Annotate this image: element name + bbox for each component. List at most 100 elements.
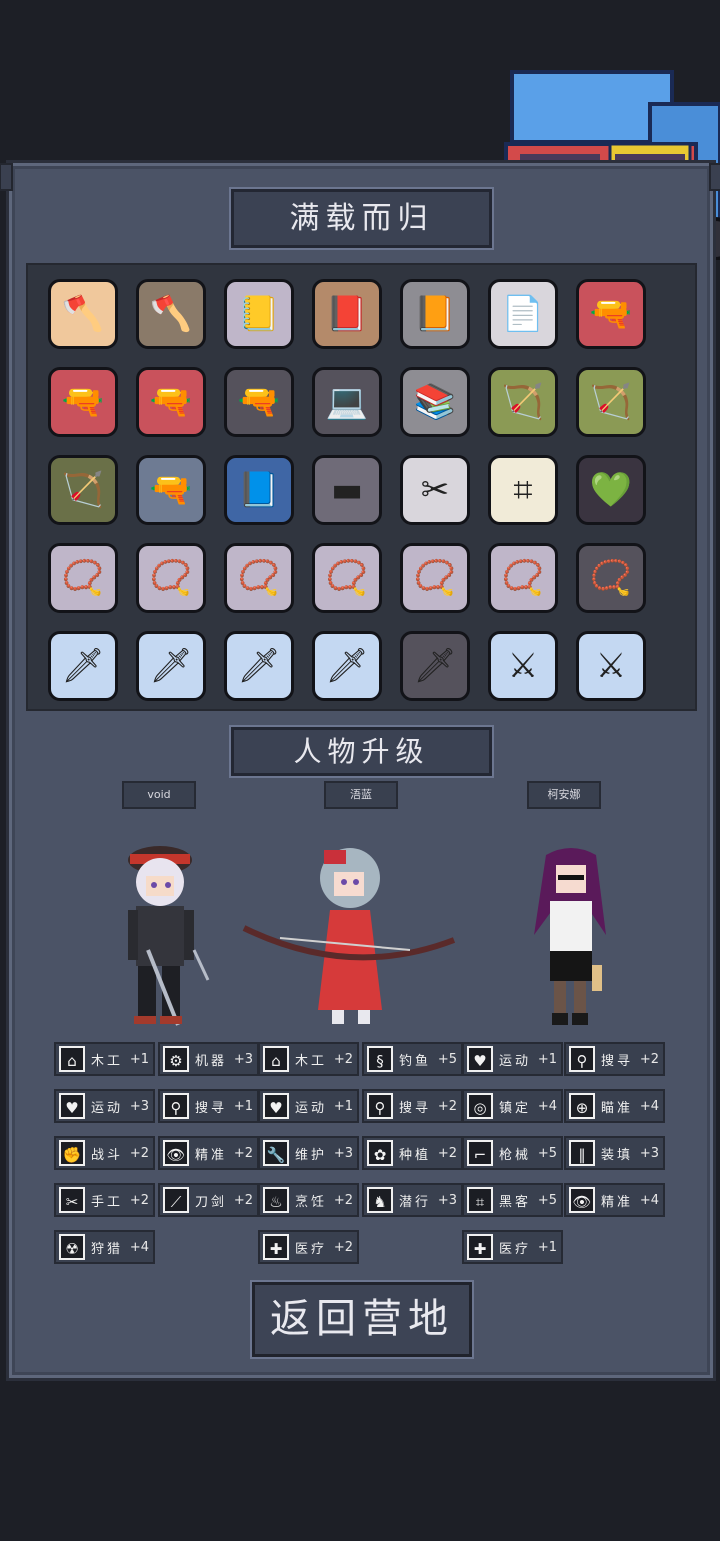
- inventory-slot[interactable]: 📕: [312, 279, 382, 349]
- skill-value: +5: [537, 1192, 557, 1208]
- skill-badge[interactable]: 👁 精准 +4: [564, 1183, 665, 1217]
- inventory-slot[interactable]: 📘: [224, 455, 294, 525]
- inventory-slot[interactable]: 📒: [224, 279, 294, 349]
- character-kiana-sprite[interactable]: [526, 845, 616, 1034]
- inventory-slot[interactable]: ⌗: [488, 455, 558, 525]
- skill-value: +3: [437, 1192, 457, 1208]
- inventory-slot[interactable]: 🏹: [488, 367, 558, 437]
- skill-badge[interactable]: ☢ 狩猎 +4: [54, 1230, 155, 1264]
- inventory-slot[interactable]: 📙: [400, 279, 470, 349]
- phone-book-icon: 📕: [325, 294, 369, 334]
- skill-value: +2: [129, 1192, 149, 1208]
- skill-badge[interactable]: ⚲ 搜寻 +2: [362, 1089, 463, 1123]
- skill-badge[interactable]: ✿ 种植 +2: [362, 1136, 463, 1170]
- skill-badge[interactable]: ⌂ 木工 +2: [258, 1042, 359, 1076]
- skill-name: 瞄准: [601, 1100, 634, 1116]
- skill-badge[interactable]: ♥ 运动 +1: [258, 1089, 359, 1123]
- skill-badge[interactable]: ✊ 战斗 +2: [54, 1136, 155, 1170]
- chainsaw-icon: 🗡: [237, 646, 281, 686]
- inventory-slot[interactable]: 📿: [576, 543, 646, 613]
- skill-name: 搜寻: [399, 1100, 432, 1116]
- inventory-slot[interactable]: 💻: [312, 367, 382, 437]
- skill-badge[interactable]: ⌗ 黑客 +5: [462, 1183, 563, 1217]
- fist-icon: ✊: [59, 1140, 85, 1166]
- chainsaw-icon: 🗡: [149, 646, 193, 686]
- skill-name: 狩猎: [91, 1241, 124, 1257]
- skill-badge[interactable]: ⟋ 刀剑 +2: [158, 1183, 259, 1217]
- inventory-slot[interactable]: 🗡: [136, 631, 206, 701]
- skill-badge[interactable]: § 钓鱼 +5: [362, 1042, 463, 1076]
- skill-badge[interactable]: ♨ 烹饪 +2: [258, 1183, 359, 1217]
- bow-icon: 🏹: [61, 470, 105, 510]
- inventory-grid: 🪓 🪓 📒 📕 📙 📄 🔫 🔫 🔫 🔫 💻 📚 🏹 🏹 🏹 🔫 📘 ▬ ✂ ⌗ 💚 📿 📿 📿 📿 📿 📿 📿 🗡 🗡 🗡 🗡 🗡 ⚔ ⚔: [26, 263, 697, 711]
- inventory-slot[interactable]: 🔫: [224, 367, 294, 437]
- inventory-slot[interactable]: 📿: [488, 543, 558, 613]
- inventory-slot[interactable]: 🪓: [48, 279, 118, 349]
- inventory-slot[interactable]: 🗡: [224, 631, 294, 701]
- skill-value: +3: [233, 1051, 253, 1067]
- inventory-slot[interactable]: 🗡: [400, 631, 470, 701]
- skill-badge[interactable]: ✂ 手工 +2: [54, 1183, 155, 1217]
- inventory-slot[interactable]: 🏹: [576, 367, 646, 437]
- skill-value: +4: [639, 1192, 659, 1208]
- skill-badge[interactable]: ♥ 运动 +1: [462, 1042, 563, 1076]
- inventory-slot[interactable]: 🔫: [136, 455, 206, 525]
- inventory-slot[interactable]: ⚔: [576, 631, 646, 701]
- inventory-slot[interactable]: 🔫: [136, 367, 206, 437]
- inventory-slot[interactable]: ✂: [400, 455, 470, 525]
- inventory-slot[interactable]: ⚔: [488, 631, 558, 701]
- skill-badge[interactable]: ⚙ 机器 +3: [158, 1042, 259, 1076]
- skill-badge[interactable]: ✚ 医疗 +1: [462, 1230, 563, 1264]
- skill-value: +4: [639, 1098, 659, 1114]
- skill-value: +2: [639, 1051, 659, 1067]
- skill-value: +2: [233, 1145, 253, 1161]
- inventory-slot[interactable]: 💚: [576, 455, 646, 525]
- character-name-3: 柯安娜: [527, 781, 601, 809]
- skill-value: +1: [129, 1051, 149, 1067]
- inventory-slot[interactable]: ▬: [312, 455, 382, 525]
- amulet-icon: 📿: [237, 558, 281, 598]
- skill-badge[interactable]: 👁 精准 +2: [158, 1136, 259, 1170]
- skill-badge[interactable]: ∥ 装填 +3: [564, 1136, 665, 1170]
- medkit-icon: ✚: [263, 1234, 289, 1260]
- skill-badge[interactable]: ♞ 潜行 +3: [362, 1183, 463, 1217]
- skill-badge[interactable]: ⚲ 搜寻 +1: [158, 1089, 259, 1123]
- skill-name: 烹饪: [295, 1194, 328, 1210]
- hazard-icon: ☢: [59, 1234, 85, 1260]
- skill-badge[interactable]: ✚ 医疗 +2: [258, 1230, 359, 1264]
- inventory-slot[interactable]: 🔫: [48, 367, 118, 437]
- inventory-slot[interactable]: 🪓: [136, 279, 206, 349]
- character-void-sprite[interactable]: [118, 840, 218, 1034]
- skill-badge[interactable]: 🔧 维护 +3: [258, 1136, 359, 1170]
- return-to-camp-button[interactable]: 返回营地: [250, 1280, 474, 1359]
- inventory-slot[interactable]: 📄: [488, 279, 558, 349]
- skill-badge[interactable]: ⚲ 搜寻 +2: [564, 1042, 665, 1076]
- inventory-slot[interactable]: 📿: [136, 543, 206, 613]
- inventory-slot[interactable]: 📚: [400, 367, 470, 437]
- inventory-slot[interactable]: 🏹: [48, 455, 118, 525]
- inventory-slot[interactable]: 📿: [48, 543, 118, 613]
- heart-icon: ♥: [467, 1046, 493, 1072]
- skill-badge[interactable]: ⌂ 木工 +1: [54, 1042, 155, 1076]
- character-name-2: 浯蓝: [324, 781, 398, 809]
- inventory-slot[interactable]: 🔫: [576, 279, 646, 349]
- amulet-icon: 📿: [501, 558, 545, 598]
- skill-name: 机器: [195, 1053, 228, 1069]
- scissors-icon: ✂: [59, 1187, 85, 1213]
- skill-badge[interactable]: ♥ 运动 +3: [54, 1089, 155, 1123]
- character-archer-sprite[interactable]: [240, 830, 460, 1034]
- inventory-slot[interactable]: 📿: [224, 543, 294, 613]
- inventory-slot[interactable]: 📿: [400, 543, 470, 613]
- skill-badge[interactable]: ⊕ 瞄准 +4: [564, 1089, 665, 1123]
- inventory-slot[interactable]: 🗡: [48, 631, 118, 701]
- skill-badge[interactable]: ◎ 镇定 +4: [462, 1089, 563, 1123]
- skill-badge[interactable]: ⌐ 枪械 +5: [462, 1136, 563, 1170]
- books-icon: 📚: [413, 382, 457, 422]
- inventory-slot[interactable]: 📿: [312, 543, 382, 613]
- scissors-card-icon: ✂: [420, 470, 450, 510]
- skill-name: 潜行: [399, 1194, 432, 1210]
- chainsaw-icon: 🗡: [413, 646, 457, 686]
- skill-name: 木工: [91, 1053, 124, 1069]
- ice-sword-icon: ⚔: [595, 646, 627, 686]
- inventory-slot[interactable]: 🗡: [312, 631, 382, 701]
